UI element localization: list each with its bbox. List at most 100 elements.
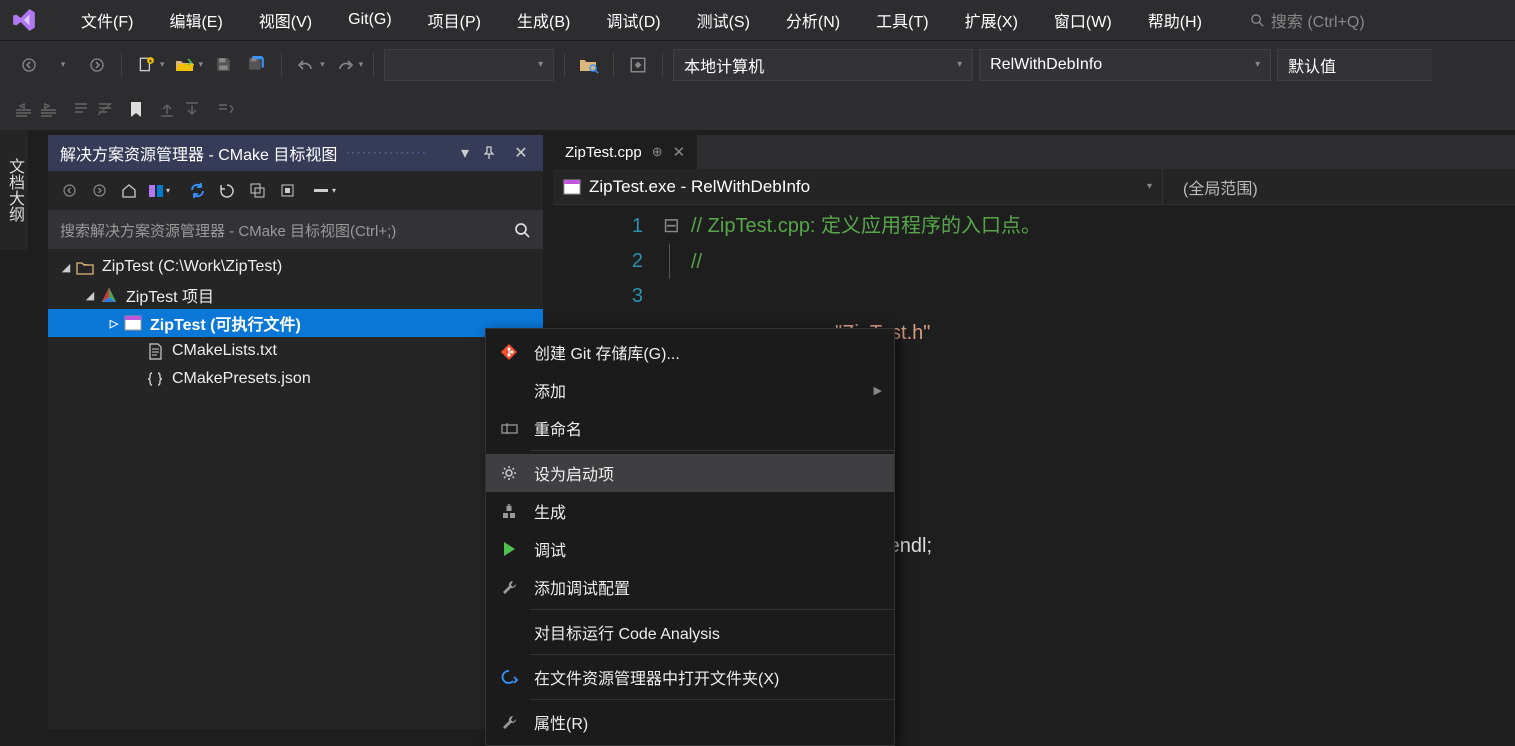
panel-dropdown-icon[interactable]: ▾ [455, 143, 475, 163]
panel-title-bar[interactable]: 解决方案资源管理器 - CMake 目标视图 ∙∙∙∙∙∙∙∙∙∙∙∙∙∙∙ ▾… [48, 135, 543, 171]
tree-cmakelists-label: CMakeLists.txt [172, 342, 277, 360]
ctx-code-analysis[interactable]: 对目标运行 Code Analysis [486, 613, 894, 651]
startup-dropdown[interactable]: ▾ [384, 49, 554, 81]
document-outline-tab[interactable]: 文档大纲 [0, 130, 28, 250]
back-icon[interactable] [58, 180, 80, 202]
indent-right-icon[interactable] [40, 102, 57, 117]
open-folder-button[interactable]: ▾ [171, 51, 204, 79]
expander-icon[interactable]: ▷ [106, 317, 122, 330]
ctx-build[interactable]: 生成 [486, 492, 894, 530]
comment-icon[interactable] [73, 102, 89, 116]
solution-search[interactable]: 搜索解决方案资源管理器 - CMake 目标视图(Ctrl+;) [48, 211, 543, 249]
file-tab[interactable]: ZipTest.cpp ⊕ ✕ [553, 135, 697, 169]
fwd-icon[interactable] [88, 180, 110, 202]
menu-extensions[interactable]: 扩展(X) [947, 0, 1036, 40]
step-forward-icon[interactable] [184, 102, 201, 117]
menu-tools[interactable]: 工具(T) [858, 0, 946, 40]
default-dropdown[interactable]: 默认值 [1277, 49, 1432, 81]
menu-project[interactable]: 项目(P) [410, 0, 499, 40]
ctx-open-in-explorer[interactable]: 在文件资源管理器中打开文件夹(X) [486, 658, 894, 696]
tree-presets[interactable]: CMakePresets.json [48, 365, 543, 393]
config-dropdown[interactable]: RelWithDebInfo▾ [979, 49, 1271, 81]
ctx-rename[interactable]: 重命名 [486, 409, 894, 447]
find-in-folder-icon[interactable] [575, 51, 603, 79]
nav-target-label: ZipTest.exe - RelWithDebInfo [589, 177, 810, 197]
menu-build[interactable]: 生成(B) [499, 0, 588, 40]
tree-project[interactable]: ◢ ZipTest 项目 [48, 281, 543, 309]
menu-file[interactable]: 文件(F) [63, 0, 151, 40]
solution-tree: ◢ ZipTest (C:\Work\ZipTest) ◢ ZipTest 项目… [48, 249, 543, 729]
main-toolbar: ▾ ✦ ▾ ▾ ▾ ▾ ▾ 本地计算机▾ RelWithDebInfo▾ 默认值 [0, 40, 1515, 88]
menu-edit[interactable]: 编辑(E) [151, 0, 240, 40]
build-icon [498, 503, 520, 520]
ctx-properties[interactable]: 属性(R) [486, 703, 894, 741]
save-icon[interactable] [209, 51, 237, 79]
overflow-button[interactable] [217, 102, 234, 116]
vs-logo-icon [10, 6, 38, 34]
menu-help[interactable]: 帮助(H) [1130, 0, 1220, 40]
search-icon [514, 222, 531, 239]
panel-pin-icon[interactable] [483, 146, 503, 160]
indent-left-icon[interactable] [15, 102, 32, 117]
undo-button[interactable]: ▾ [292, 51, 325, 79]
ctx-debug[interactable]: 调试 [486, 530, 894, 568]
search-icon [1250, 13, 1265, 28]
tree-root-label: ZipTest (C:\Work\ZipTest) [102, 258, 282, 276]
properties-icon[interactable]: ▾ [314, 180, 336, 202]
separator [530, 450, 894, 451]
new-file-icon: ✦ [132, 51, 160, 79]
show-all-icon[interactable] [276, 180, 298, 202]
nav-fwd-icon[interactable] [83, 51, 111, 79]
separator [530, 609, 894, 610]
refresh-icon[interactable] [186, 180, 208, 202]
ctx-add-debug-config[interactable]: 添加调试配置 [486, 568, 894, 606]
tree-presets-label: CMakePresets.json [172, 370, 311, 388]
overflow-icon [217, 102, 234, 116]
document-outline-label: 文档大纲 [2, 158, 26, 222]
solution-search-placeholder: 搜索解决方案资源管理器 - CMake 目标视图(Ctrl+;) [60, 220, 396, 241]
target-machine-dropdown[interactable]: 本地计算机▾ [673, 49, 973, 81]
target-context-dropdown[interactable]: ZipTest.exe - RelWithDebInfo ▾ [553, 169, 1163, 204]
menu-analyze[interactable]: 分析(N) [768, 0, 858, 40]
menu-git[interactable]: Git(G) [330, 0, 410, 40]
home-icon[interactable] [118, 180, 140, 202]
expander-icon[interactable]: ◢ [58, 261, 74, 274]
bookmark-icon[interactable] [129, 101, 143, 118]
ctx-create-git-repo[interactable]: 创建 Git 存储库(G)... [486, 333, 894, 371]
step-back-icon[interactable] [159, 102, 176, 117]
redo-button[interactable]: ▾ [331, 51, 364, 79]
nav-back-icon[interactable] [15, 51, 43, 79]
scope-dropdown[interactable]: (全局范围) [1163, 175, 1278, 199]
global-search[interactable]: 搜索 (Ctrl+Q) [1250, 8, 1365, 32]
switch-views-icon[interactable]: ▾ [148, 180, 170, 202]
tree-target-selected[interactable]: ▷ ZipTest (可执行文件) [48, 309, 543, 337]
uncomment-icon[interactable] [97, 102, 113, 116]
menu-view[interactable]: 视图(V) [241, 0, 330, 40]
open-folder-icon [498, 669, 520, 685]
panel-close-icon[interactable]: ✕ [511, 143, 531, 163]
play-icon [498, 541, 520, 557]
collapse-icon[interactable] [246, 180, 268, 202]
ctx-add[interactable]: 添加▶ [486, 371, 894, 409]
menu-bar: 文件(F) 编辑(E) 视图(V) Git(G) 项目(P) 生成(B) 调试(… [0, 0, 1515, 40]
cmake-project-icon [98, 287, 120, 304]
save-all-icon[interactable] [243, 51, 271, 79]
tree-cmakelists[interactable]: CMakeLists.txt [48, 337, 543, 365]
menu-debug[interactable]: 调试(D) [588, 0, 678, 40]
caret-icon[interactable]: ▾ [49, 51, 77, 79]
executable-icon [563, 179, 581, 195]
context-menu: 创建 Git 存储库(G)... 添加▶ 重命名 设为启动项 生成 调试 添加调… [485, 328, 895, 746]
ctx-set-startup[interactable]: 设为启动项 [486, 454, 894, 492]
pin-icon[interactable]: ⊕ [652, 144, 663, 160]
property-pages-icon[interactable] [624, 51, 652, 79]
expander-icon[interactable]: ◢ [82, 289, 98, 302]
tree-target-label: ZipTest (可执行文件) [150, 311, 301, 335]
new-file-button[interactable]: ✦ ▾ [132, 51, 165, 79]
submenu-arrow-icon: ▶ [874, 384, 882, 397]
sync-icon[interactable] [216, 180, 238, 202]
close-tab-icon[interactable]: ✕ [673, 143, 686, 161]
file-tab-label: ZipTest.cpp [565, 144, 642, 161]
tree-root[interactable]: ◢ ZipTest (C:\Work\ZipTest) [48, 253, 543, 281]
menu-window[interactable]: 窗口(W) [1036, 0, 1130, 40]
menu-test[interactable]: 测试(S) [679, 0, 768, 40]
